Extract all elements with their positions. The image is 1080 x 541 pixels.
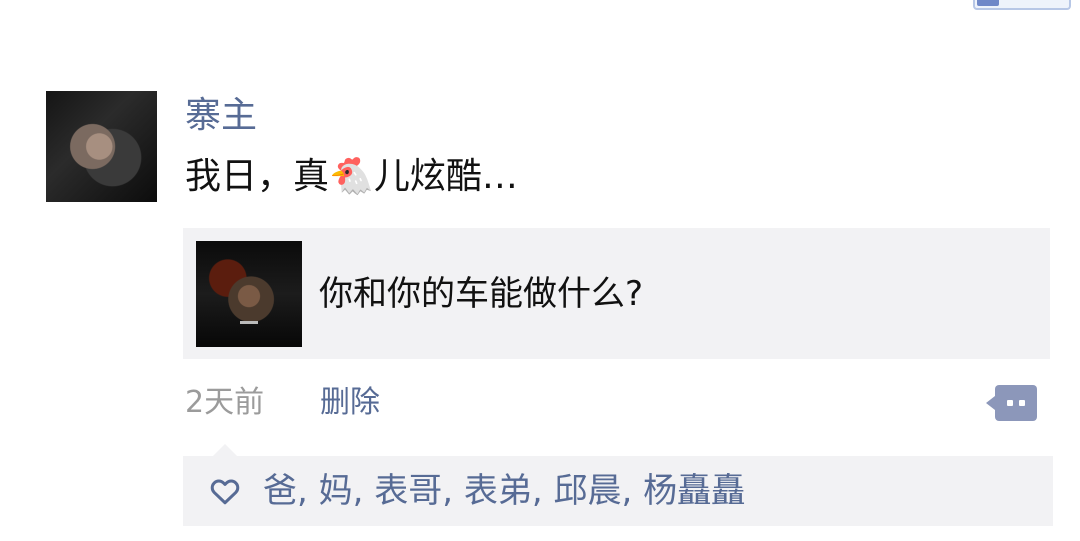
like-separator: , — [621, 471, 644, 511]
like-user[interactable]: 爸 — [263, 471, 297, 511]
link-title: 你和你的车能做什么? — [319, 274, 644, 314]
post-username[interactable]: 寨主 — [185, 94, 257, 138]
chicken-emoji-icon: 🐔 — [329, 156, 374, 197]
like-separator: , — [352, 471, 375, 511]
comment-action-button[interactable] — [986, 385, 1037, 421]
likes-panel: 爸, 妈, 表哥, 表弟, 邱晨, 杨矗矗 — [183, 444, 1053, 526]
avatar[interactable] — [46, 91, 157, 202]
top-toggle-control[interactable] — [973, 0, 1071, 10]
post-text: 我日，真🐔儿炫酷… — [185, 155, 518, 199]
more-dot-icon — [1007, 400, 1013, 406]
post-timestamp: 2天前 — [185, 385, 265, 420]
post-text-after-emoji: 儿炫酷… — [373, 156, 518, 197]
like-user[interactable]: 表弟 — [464, 471, 532, 511]
link-thumbnail — [196, 241, 302, 347]
more-dot-icon — [1019, 400, 1025, 406]
post-text-before-emoji: 我日，真 — [185, 156, 330, 197]
like-user[interactable]: 妈 — [319, 471, 353, 511]
delete-button[interactable]: 删除 — [320, 385, 380, 421]
like-separator: , — [297, 471, 319, 511]
like-user[interactable]: 杨矗矗 — [643, 471, 745, 511]
heart-icon — [210, 479, 240, 505]
link-card[interactable]: 你和你的车能做什么? — [183, 228, 1050, 359]
like-separator: , — [531, 471, 554, 511]
like-separator: , — [442, 471, 464, 511]
like-user[interactable]: 表哥 — [374, 471, 442, 511]
like-user[interactable]: 邱晨 — [554, 471, 622, 511]
likes-names: 爸, 妈, 表哥, 表弟, 邱晨, 杨矗矗 — [263, 470, 745, 512]
